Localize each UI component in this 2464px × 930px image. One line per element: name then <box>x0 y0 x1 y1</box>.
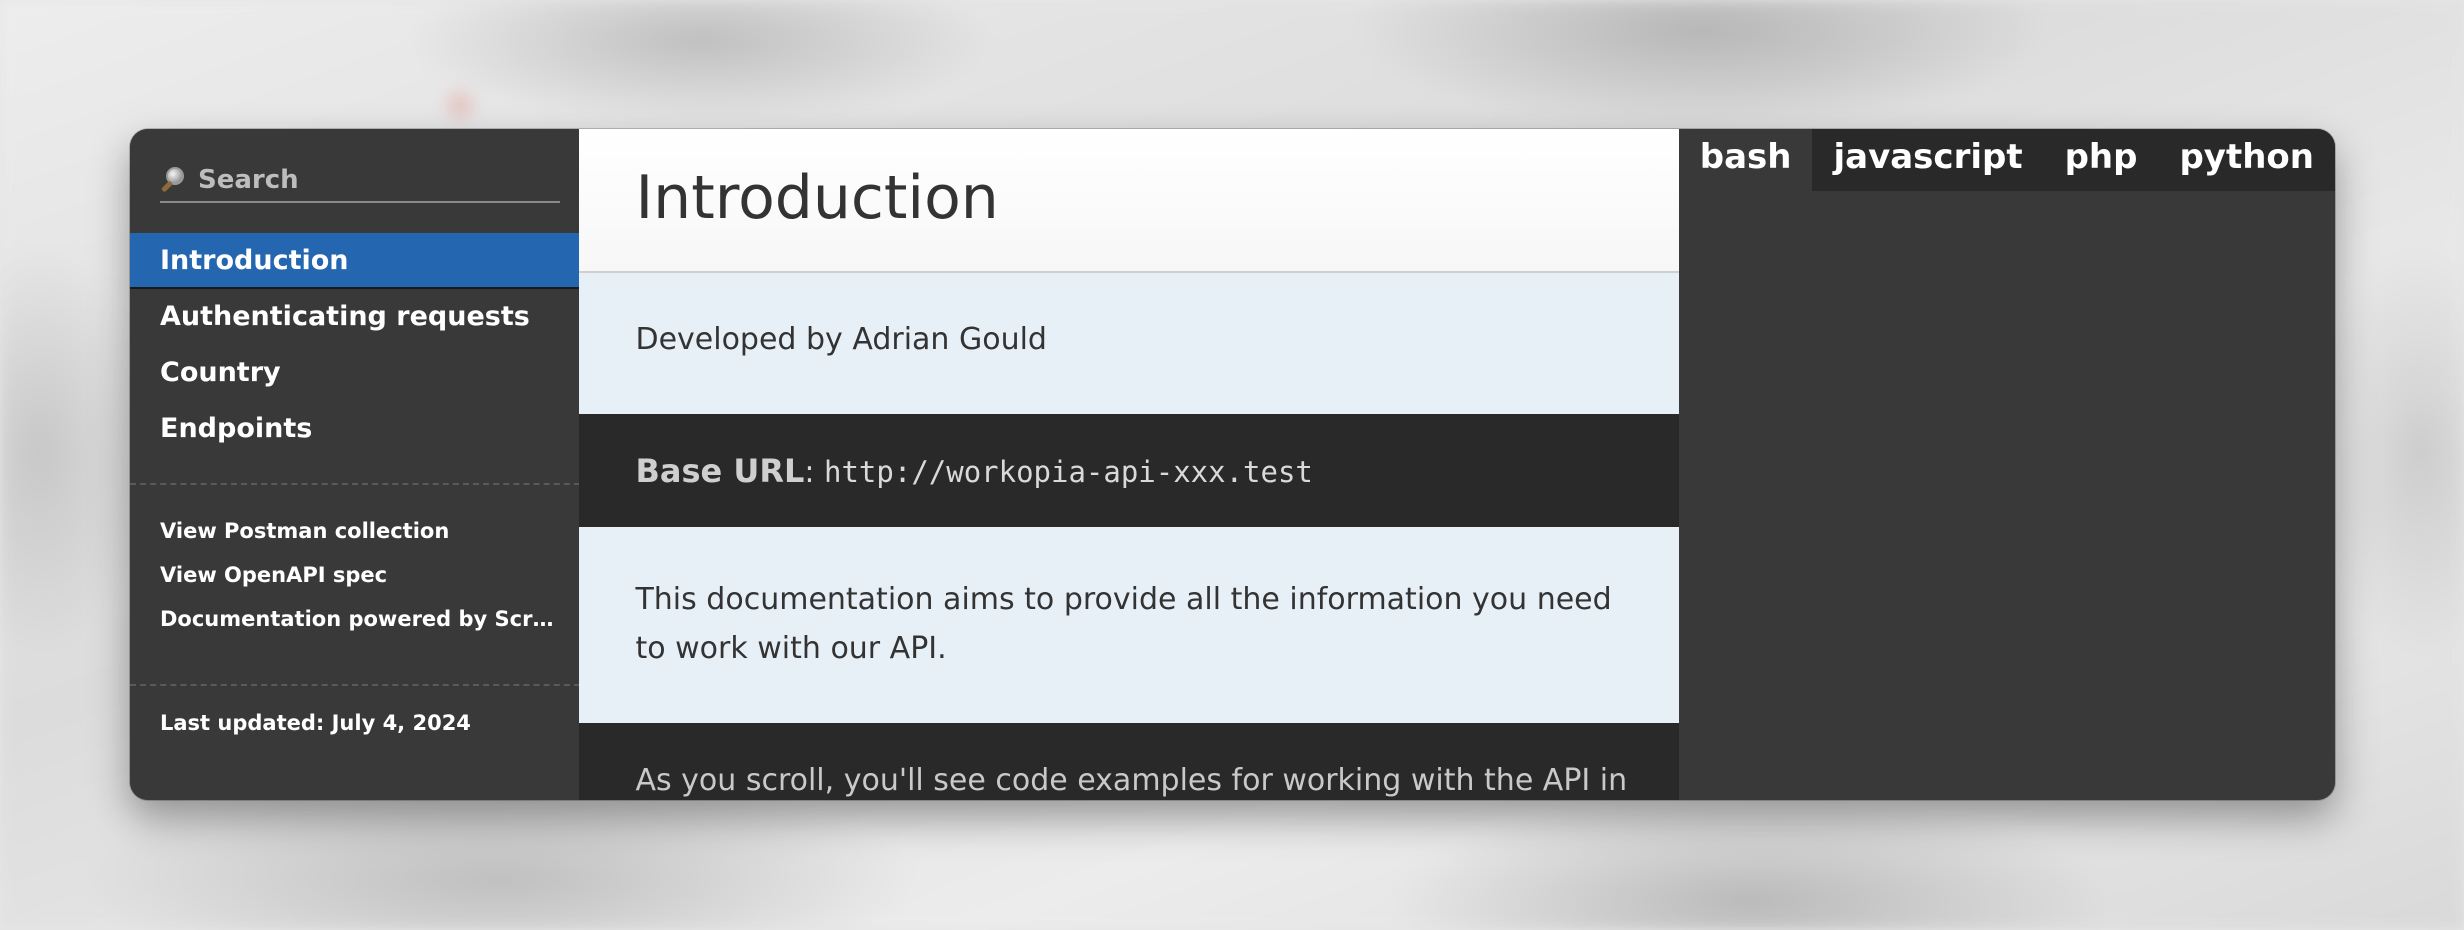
base-url-block: Base URL: http://workopia-api-xxx.test <box>579 414 1679 527</box>
base-url-label: Base URL <box>635 452 805 490</box>
sidebar-item-authenticating-requests[interactable]: Authenticating requests <box>130 289 590 345</box>
intro-text: This documentation aims to provide all t… <box>579 527 1679 723</box>
base-url-value: http://workopia-api-xxx.test <box>824 455 1313 489</box>
search-icon <box>160 165 190 195</box>
tab-python[interactable]: python <box>2158 129 2335 191</box>
tab-javascript[interactable]: javascript <box>1812 129 2043 191</box>
sidebar-divider <box>130 483 590 485</box>
last-updated: Last updated: July 4, 2024 <box>160 711 471 735</box>
openapi-spec-link[interactable]: View OpenAPI spec <box>160 553 560 597</box>
search-input[interactable] <box>196 164 540 196</box>
docs-window: Introduction Authenticating requests Cou… <box>130 129 2335 800</box>
code-panel: bash javascript php python <box>1678 129 2335 800</box>
postman-collection-link[interactable]: View Postman collection <box>160 509 560 553</box>
sidebar-item-country[interactable]: Country <box>130 345 590 401</box>
powered-by-link[interactable]: Documentation powered by Scri… <box>160 597 560 641</box>
base-url-separator: : <box>804 455 825 490</box>
developed-by-text: Developed by Adrian Gould <box>579 273 1679 414</box>
page-title: Introduction <box>635 163 999 233</box>
main-content: Introduction Developed by Adrian Gould B… <box>579 129 1679 800</box>
tab-bash[interactable]: bash <box>1678 129 1813 191</box>
sidebar: Introduction Authenticating requests Cou… <box>130 129 590 800</box>
sidebar-divider <box>130 684 590 686</box>
sidebar-nav: Introduction Authenticating requests Cou… <box>130 233 590 457</box>
sidebar-item-endpoints[interactable]: Endpoints <box>130 401 590 457</box>
language-tabs: bash javascript php python <box>1678 129 2335 191</box>
search-box <box>160 159 560 203</box>
scroll-hint-text: As you scroll, you'll see code examples … <box>579 723 1679 800</box>
sidebar-links: View Postman collection View OpenAPI spe… <box>160 509 560 641</box>
tab-php[interactable]: php <box>2044 129 2159 191</box>
sidebar-item-introduction[interactable]: Introduction <box>130 233 590 289</box>
page-header: Introduction <box>579 129 1679 273</box>
